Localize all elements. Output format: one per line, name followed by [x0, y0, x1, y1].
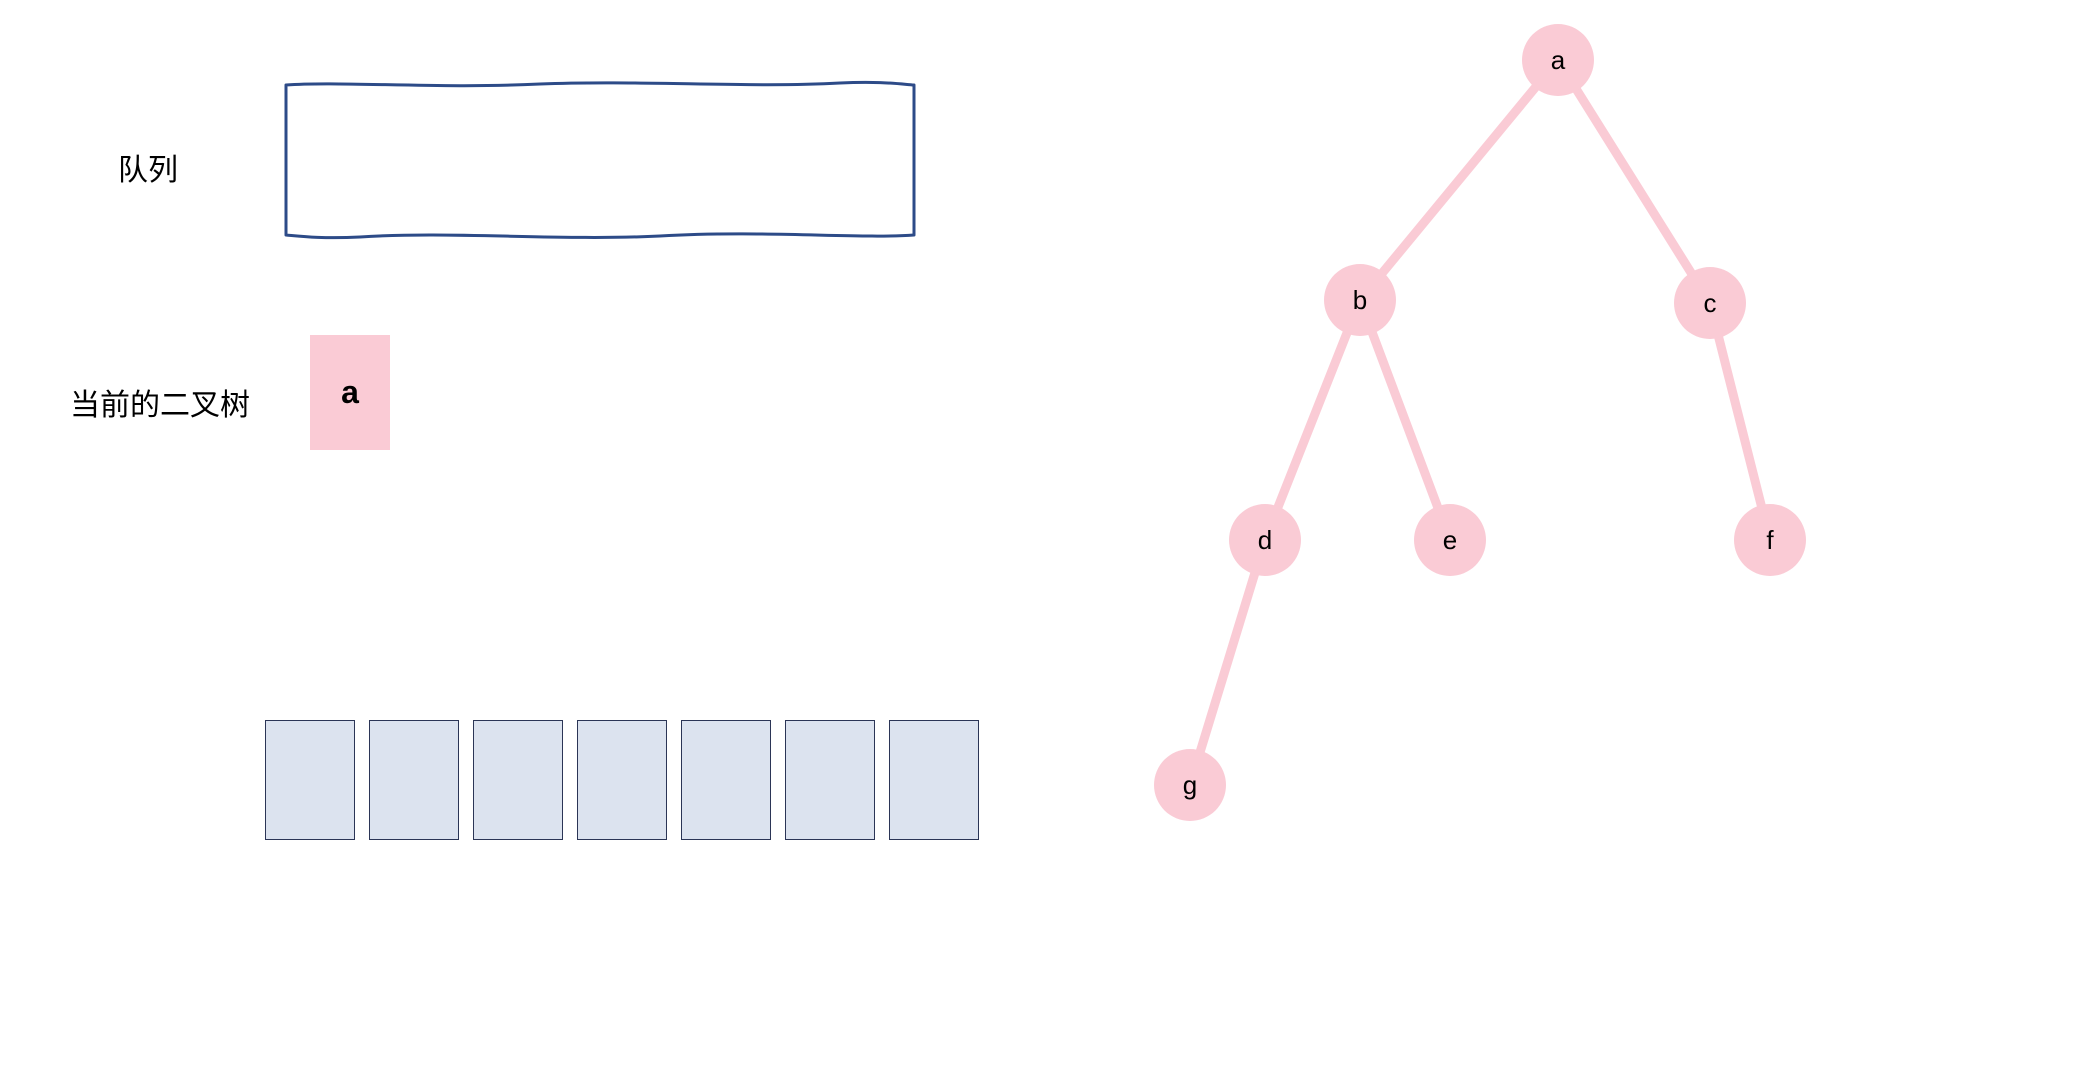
- tree-node-label: e: [1443, 525, 1457, 555]
- output-slot: [577, 720, 667, 840]
- tree-node-label: g: [1183, 770, 1197, 800]
- queue-label: 队列: [118, 145, 178, 189]
- tree-node-label: d: [1258, 525, 1272, 555]
- tree-edge: [1558, 60, 1710, 303]
- queue-container: [280, 75, 920, 245]
- tree-edge: [1190, 540, 1265, 785]
- tree-node-label: b: [1353, 285, 1367, 315]
- tree-node-e: e: [1414, 504, 1486, 576]
- tree-edge: [1360, 300, 1450, 540]
- output-slots: [265, 720, 979, 840]
- queue-border-path: [286, 82, 914, 237]
- tree-edge: [1360, 60, 1558, 300]
- tree-node-d: d: [1229, 504, 1301, 576]
- current-tree-label: 当前的二叉树: [70, 380, 250, 424]
- tree-node-label: f: [1766, 525, 1774, 555]
- tree-node-f: f: [1734, 504, 1806, 576]
- output-slot: [265, 720, 355, 840]
- tree-node-c: c: [1674, 267, 1746, 339]
- tree-node-a: a: [1522, 24, 1594, 96]
- output-slot: [785, 720, 875, 840]
- tree-node-label: a: [1551, 45, 1566, 75]
- tree-node-label: c: [1704, 288, 1717, 318]
- binary-tree: a b c d e f g: [1050, 0, 2000, 1067]
- tree-node-b: b: [1324, 264, 1396, 336]
- output-slot: [473, 720, 563, 840]
- diagram-stage: 队列 当前的二叉树 a a b c d e f g: [0, 0, 2084, 1067]
- current-node-value: a: [341, 374, 359, 411]
- tree-edges: [1190, 60, 1770, 785]
- current-node-block: a: [310, 335, 390, 450]
- tree-edge: [1710, 303, 1770, 540]
- tree-node-g: g: [1154, 749, 1226, 821]
- output-slot: [369, 720, 459, 840]
- output-slot: [889, 720, 979, 840]
- tree-edge: [1265, 300, 1360, 540]
- output-slot: [681, 720, 771, 840]
- tree-nodes: a b c d e f g: [1154, 24, 1806, 821]
